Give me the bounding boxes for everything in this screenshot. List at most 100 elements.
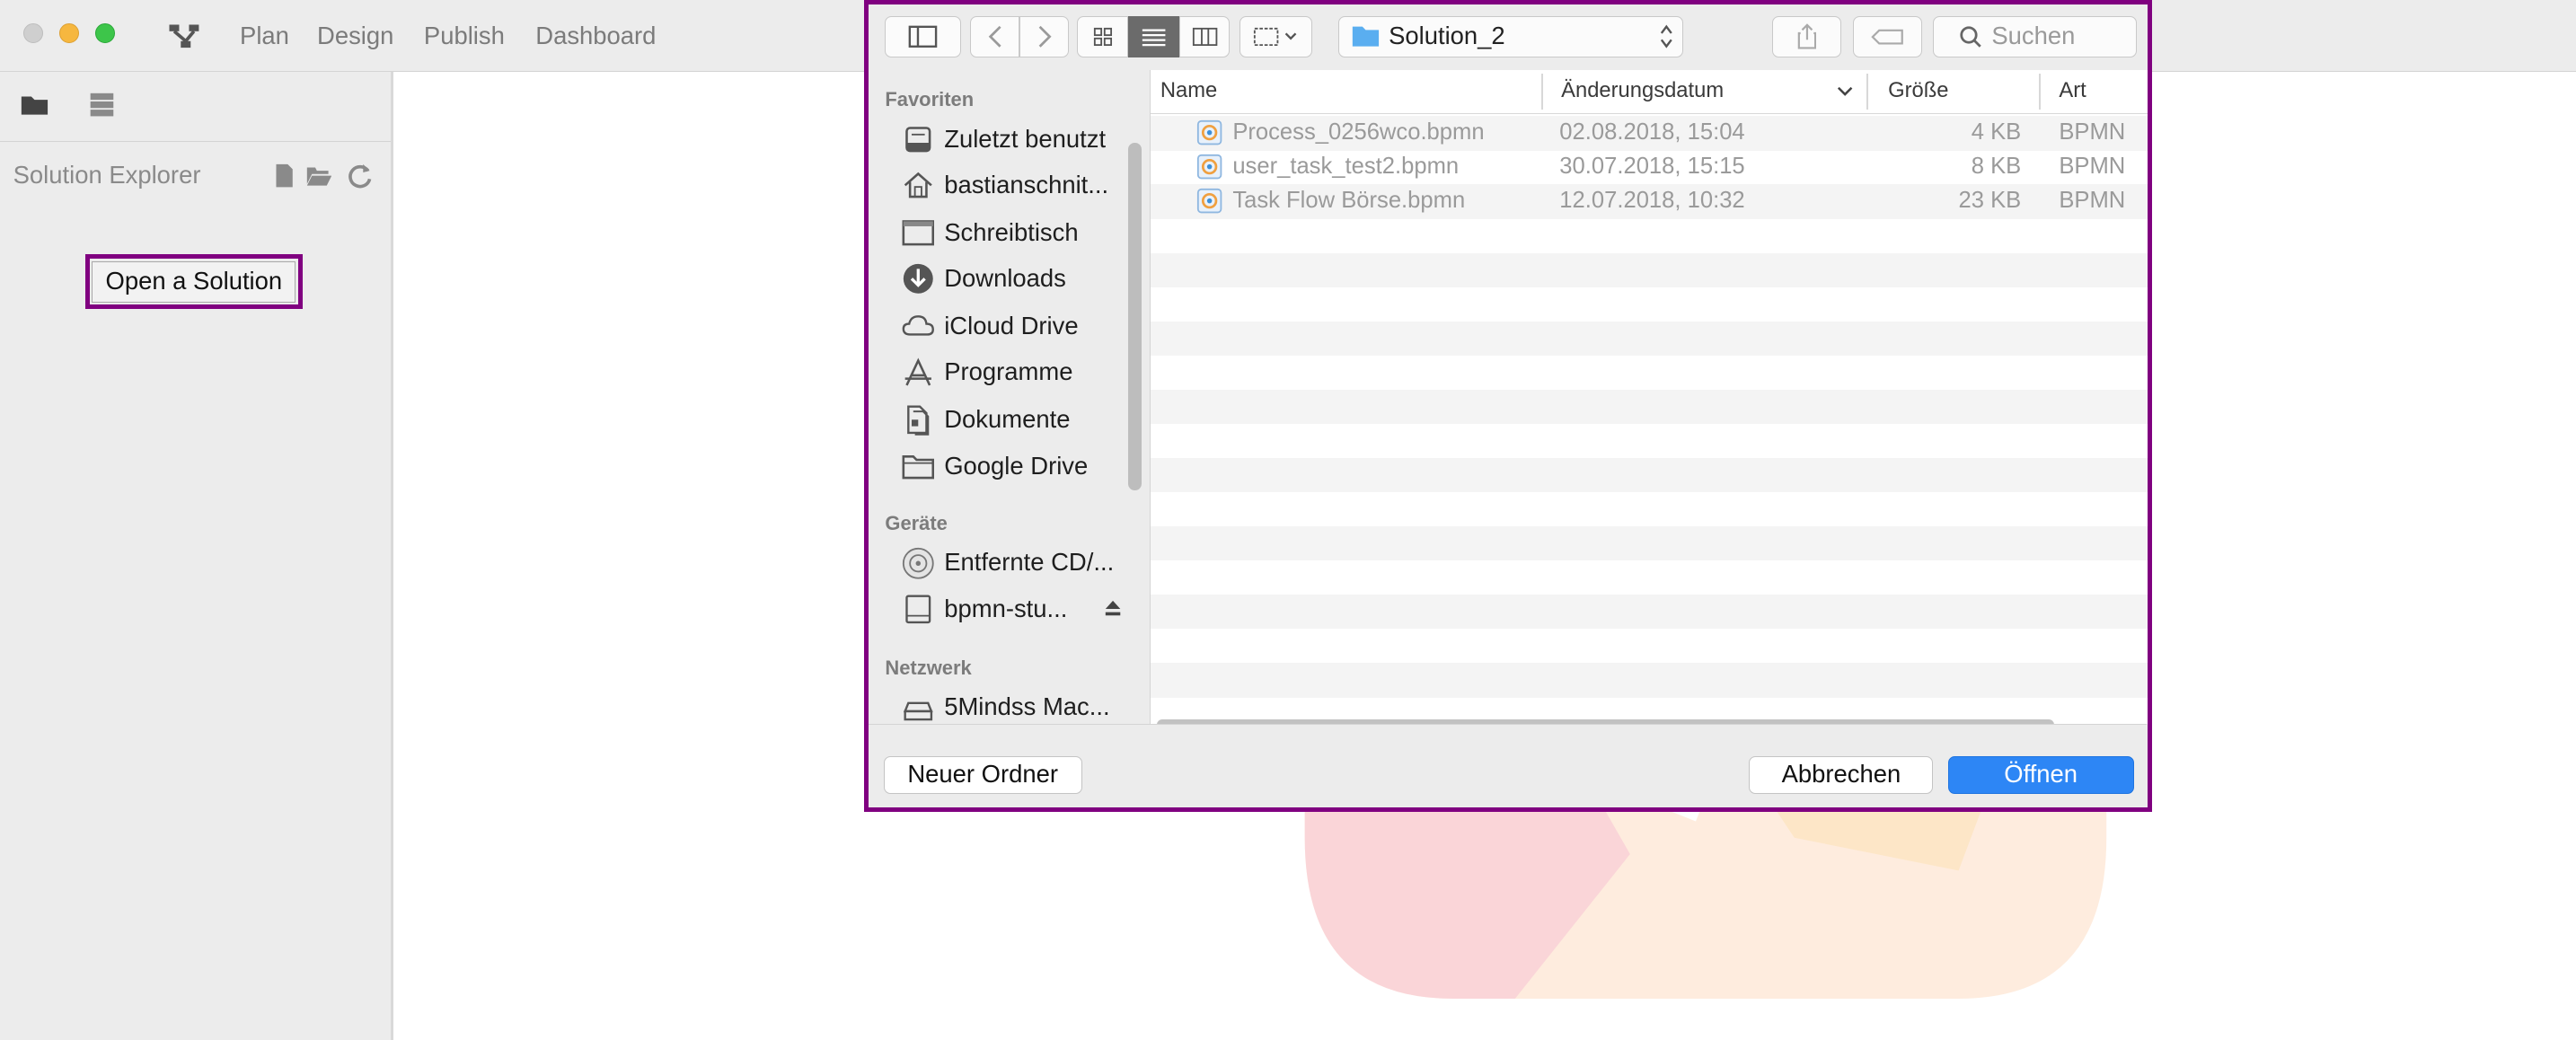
nav-plan[interactable]: Plan — [240, 22, 289, 50]
empty-row — [1150, 252, 2148, 287]
minimize-window-button[interactable] — [58, 22, 79, 43]
search-field[interactable]: Suchen — [1933, 15, 2138, 57]
new-file-icon[interactable] — [271, 163, 297, 189]
list-view-button[interactable] — [1128, 15, 1179, 57]
sidebar-icon — [908, 25, 938, 48]
dialog-toolbar: Solution_2 Suchen — [869, 4, 2148, 71]
empty-row — [1150, 457, 2148, 493]
refresh-icon[interactable] — [347, 163, 373, 189]
list-header: Name Änderungsdatum Größe Art — [1150, 70, 2148, 114]
sidebar-item-documents[interactable]: Dokumente — [902, 401, 1150, 440]
nav-design[interactable]: Design — [317, 22, 393, 50]
recent-icon — [904, 126, 931, 153]
zoom-window-button[interactable] — [95, 22, 116, 43]
nav-publish[interactable]: Publish — [424, 22, 505, 50]
file-row[interactable]: Process_0256wco.bpmn 02.08.2018, 15:04 4 K… — [1150, 116, 2148, 151]
empty-row — [1151, 629, 2148, 663]
toggle-sidebar-button[interactable] — [885, 15, 961, 57]
disc-icon — [902, 547, 934, 579]
column-kind[interactable]: Art — [2059, 78, 2086, 103]
file-name: Task Flow Börse.bpmn — [1232, 188, 1466, 214]
list-view-icon — [1142, 29, 1166, 46]
column-view-icon — [1192, 27, 1217, 46]
back-button[interactable] — [970, 15, 1020, 57]
open-button[interactable]: Öffnen — [1947, 755, 2134, 794]
sidebar-item-label: Entfernte CD/... — [944, 548, 1115, 577]
eject-icon[interactable] — [1104, 599, 1122, 617]
tag-button[interactable] — [1852, 15, 1922, 57]
dialog-footer: Neuer Ordner Abbrechen Öffnen — [869, 724, 2148, 807]
search-icon — [1960, 26, 1981, 48]
file-kind: BPMN — [2059, 188, 2126, 214]
sidebar-item-label: Zuletzt benutzt — [944, 124, 1107, 153]
empty-row — [1150, 525, 2148, 561]
tag-icon — [1871, 29, 1903, 45]
disk-icon — [904, 595, 931, 623]
sort-chevron-down-icon[interactable] — [1837, 85, 1853, 99]
sidebar-item-recent[interactable]: Zuletzt benutzt — [902, 119, 1150, 159]
sidebar-item-google-drive[interactable]: Google Drive — [902, 446, 1150, 486]
folder-icon — [1352, 26, 1380, 47]
app-logo-icon[interactable] — [164, 20, 204, 53]
column-separator — [1866, 73, 1869, 110]
close-window-button[interactable] — [22, 22, 43, 43]
empty-row — [1151, 287, 2148, 322]
sidebar-item-icloud[interactable]: iCloud Drive — [902, 307, 1150, 347]
icon-view-button[interactable] — [1077, 15, 1129, 57]
empty-row — [1150, 595, 2148, 630]
sidebar-item-network-mac[interactable]: 5Mindss Mac... — [902, 688, 1150, 724]
sidebar-item-label: bastianschnit... — [944, 170, 1109, 198]
column-view-button[interactable] — [1178, 15, 1231, 57]
chevron-right-icon — [1038, 25, 1052, 48]
path-label: Solution_2 — [1389, 22, 1505, 50]
folder-tab-icon[interactable] — [20, 92, 49, 118]
solution-explorer-title: Solution Explorer — [13, 161, 201, 189]
file-row[interactable]: Task Flow Börse.bpmn 12.07.2018, 10:32 23 … — [1150, 184, 2148, 219]
file-name: user_task_test2.bpmn — [1232, 154, 1460, 180]
icon-view-icon — [1093, 27, 1112, 46]
sidebar-item-label: Schreibtisch — [944, 217, 1079, 246]
solution-explorer-sidebar: Solution Explorer Open a Solution — [0, 72, 394, 1040]
empty-row — [1150, 663, 2148, 698]
sidebar-item-remote-cd[interactable]: Entfernte CD/... — [902, 543, 1150, 583]
column-separator — [1541, 73, 1543, 110]
file-list: Name Änderungsdatum Größe Art Process_02… — [1149, 70, 2148, 725]
share-button[interactable] — [1772, 15, 1841, 57]
file-row[interactable]: user_task_test2.bpmn 30.07.2018, 15:15 8 K… — [1151, 150, 2148, 184]
share-icon — [1797, 23, 1816, 49]
open-folder-icon[interactable] — [305, 163, 332, 189]
file-kind: BPMN — [2059, 119, 2126, 145]
empty-row — [1151, 356, 2148, 390]
open-solution-button[interactable]: Open a Solution — [92, 260, 296, 303]
file-kind: BPMN — [2059, 154, 2126, 180]
column-separator — [2039, 73, 2042, 110]
sidebar-item-home[interactable]: bastianschnit... — [902, 165, 1150, 205]
sidebar-item-label: Downloads — [944, 263, 1066, 292]
sidebar-item-downloads[interactable]: Downloads — [902, 260, 1150, 299]
sidebar-item-label: iCloud Drive — [944, 312, 1079, 340]
sidebar-item-desktop[interactable]: Schreibtisch — [902, 213, 1150, 252]
sidebar-item-bpmn-studio-disk[interactable]: bpmn-stu... — [902, 589, 1150, 629]
sidebar-item-applications[interactable]: Programme — [902, 353, 1150, 392]
cancel-button[interactable]: Abbrechen — [1749, 755, 1934, 794]
group-view-button[interactable] — [1239, 15, 1312, 57]
applications-icon — [904, 357, 931, 386]
new-folder-button[interactable]: Neuer Ordner — [883, 755, 1082, 794]
chevron-left-icon — [988, 25, 1001, 48]
file-open-dialog: Solution_2 Suchen Favoriten Zuletzt benu… — [864, 0, 2153, 812]
column-name[interactable]: Name — [1160, 78, 1217, 103]
server-tab-icon[interactable] — [87, 92, 117, 118]
sidebar-item-label: 5Mindss Mac... — [944, 692, 1110, 721]
updown-chevron-icon — [1660, 24, 1672, 48]
column-size[interactable]: Größe — [1888, 78, 1948, 103]
nav-dashboard[interactable]: Dashboard — [535, 22, 656, 50]
bpmn-file-icon — [1196, 119, 1222, 145]
file-name: Process_0256wco.bpmn — [1232, 119, 1485, 145]
sidebar-scrollbar[interactable] — [1128, 142, 1142, 491]
network-drive-icon — [903, 701, 933, 720]
file-size: 8 KB — [1971, 154, 2022, 180]
group-view-icon — [1254, 27, 1297, 46]
forward-button[interactable] — [1019, 15, 1070, 57]
path-popup[interactable]: Solution_2 — [1338, 15, 1684, 57]
column-date[interactable]: Änderungsdatum — [1561, 78, 1724, 103]
